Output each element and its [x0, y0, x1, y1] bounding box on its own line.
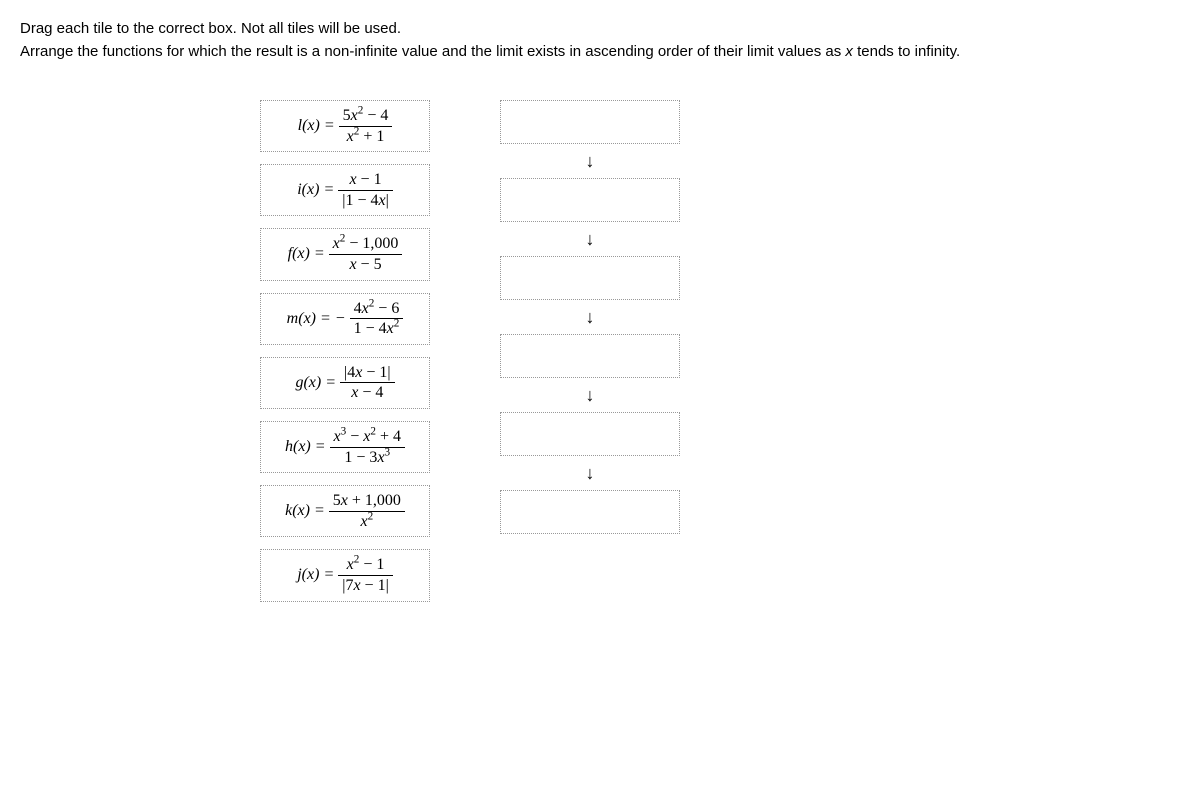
tile-g-fn: g(x) = [295, 374, 336, 391]
dropzone-3[interactable] [500, 256, 680, 300]
tile-g-frac: |4x − 1| x − 4 [340, 364, 395, 402]
tile-m-frac: 4x2 − 6 1 − 4x2 [350, 300, 404, 338]
tile-h[interactable]: h(x) = x3 − x2 + 4 1 − 3x3 [260, 421, 430, 473]
tile-g-den: x − 4 [340, 383, 395, 402]
tile-l-frac: 5x2 − 4 x2 + 1 [339, 107, 393, 145]
tile-f-fn: f(x) = [288, 245, 325, 262]
tile-l-fn: l(x) = [298, 117, 335, 134]
tile-j-den: |7x − 1| [338, 576, 393, 595]
dropzone-6[interactable] [500, 490, 680, 534]
tile-m-fn: m(x) = − [287, 309, 346, 326]
tile-k-num: 5x + 1,000 [329, 492, 405, 512]
tile-h-fn: h(x) = [285, 438, 326, 455]
tile-f-frac: x2 − 1,000 x − 5 [329, 235, 403, 273]
tile-j[interactable]: j(x) = x2 − 1 |7x − 1| [260, 549, 430, 601]
tile-m[interactable]: m(x) = − 4x2 − 6 1 − 4x2 [260, 293, 430, 345]
tile-h-num: x3 − x2 + 4 [330, 428, 405, 448]
dropzone-1[interactable] [500, 100, 680, 144]
question-text: Arrange the functions for which the resu… [20, 43, 1180, 60]
dropzone-4[interactable] [500, 334, 680, 378]
down-arrow-icon: ↓ [586, 464, 595, 482]
tiles-column: l(x) = 5x2 − 4 x2 + 1 i(x) = x − 1 |1 − … [260, 100, 430, 602]
down-arrow-icon: ↓ [586, 308, 595, 326]
down-arrow-icon: ↓ [586, 230, 595, 248]
tile-j-fn: j(x) = [297, 566, 334, 583]
tile-m-den: 1 − 4x2 [350, 319, 404, 338]
dropzones-column: ↓ ↓ ↓ ↓ ↓ [500, 100, 680, 602]
down-arrow-icon: ↓ [586, 152, 595, 170]
tile-k[interactable]: k(x) = 5x + 1,000 x2 [260, 485, 430, 537]
tile-f-den: x − 5 [329, 255, 403, 274]
tile-k-den: x2 [329, 512, 405, 531]
tile-m-num: 4x2 − 6 [350, 300, 404, 320]
tile-i[interactable]: i(x) = x − 1 |1 − 4x| [260, 164, 430, 216]
tile-j-num: x2 − 1 [338, 556, 393, 576]
tile-g-num: |4x − 1| [340, 364, 395, 384]
tile-f[interactable]: f(x) = x2 − 1,000 x − 5 [260, 228, 430, 280]
dropzone-2[interactable] [500, 178, 680, 222]
tile-g[interactable]: g(x) = |4x − 1| x − 4 [260, 357, 430, 409]
tile-l-num: 5x2 − 4 [339, 107, 393, 127]
dropzone-5[interactable] [500, 412, 680, 456]
tile-k-frac: 5x + 1,000 x2 [329, 492, 405, 530]
tile-k-fn: k(x) = [285, 502, 325, 519]
tile-i-num: x − 1 [338, 171, 393, 191]
tile-l-den: x2 + 1 [339, 127, 393, 146]
tile-i-frac: x − 1 |1 − 4x| [338, 171, 393, 209]
tile-i-den: |1 − 4x| [338, 191, 393, 210]
instructions-text: Drag each tile to the correct box. Not a… [20, 20, 1180, 37]
tile-h-den: 1 − 3x3 [330, 448, 405, 467]
tile-i-fn: i(x) = [297, 181, 334, 198]
down-arrow-icon: ↓ [586, 386, 595, 404]
tile-l[interactable]: l(x) = 5x2 − 4 x2 + 1 [260, 100, 430, 152]
tile-f-num: x2 − 1,000 [329, 235, 403, 255]
workspace: l(x) = 5x2 − 4 x2 + 1 i(x) = x − 1 |1 − … [260, 100, 1180, 602]
tile-j-frac: x2 − 1 |7x − 1| [338, 556, 393, 594]
tile-h-frac: x3 − x2 + 4 1 − 3x3 [330, 428, 405, 466]
question-span: Arrange the functions for which the resu… [20, 43, 960, 60]
